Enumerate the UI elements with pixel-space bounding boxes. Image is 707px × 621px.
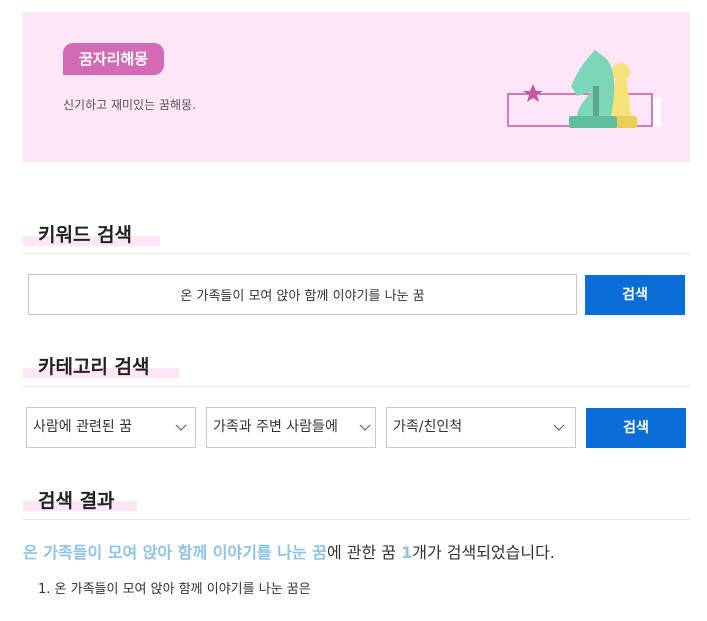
divider bbox=[23, 386, 690, 387]
results-count: 1 bbox=[401, 543, 413, 562]
category-select-1-value: 사람에 관련된 꿈 bbox=[33, 419, 133, 435]
category-search-title: 카테고리 검색 bbox=[38, 356, 150, 378]
banner-badge: 꿈자리해몽 bbox=[63, 43, 165, 75]
keyword-search-title: 키워드 검색 bbox=[38, 224, 133, 246]
chevron-down-icon bbox=[553, 424, 565, 431]
results-summary-end: 개가 검색되었습니다. bbox=[412, 543, 555, 562]
divider bbox=[23, 253, 690, 254]
category-select-2[interactable]: 가족과 주변 사람들에 bbox=[206, 407, 376, 448]
divider bbox=[23, 519, 690, 520]
category-select-2-value: 가족과 주변 사람들에 bbox=[213, 419, 338, 435]
results-summary-middle: 에 관한 꿈 bbox=[326, 543, 402, 562]
category-select-3[interactable]: 가족/친인척 bbox=[386, 407, 576, 448]
results-query-highlight: 온 가족들이 모여 앉아 함께 이야기를 나눈 꿈 bbox=[23, 543, 327, 562]
chevron-down-icon bbox=[359, 424, 371, 431]
chess-knight-pawn-icon bbox=[507, 50, 661, 128]
banner-subtitle: 신기하고 재미있는 꿈해몽. bbox=[63, 98, 196, 112]
results-title: 검색 결과 bbox=[38, 490, 115, 512]
result-item-link[interactable]: 1. 온 가족들이 모여 앉아 함께 이야기를 나눈 꿈은 bbox=[38, 578, 311, 597]
chevron-down-icon bbox=[175, 424, 187, 431]
keyword-search-button[interactable]: 검색 bbox=[585, 275, 685, 315]
hero-banner: 꿈자리해몽 신기하고 재미있는 꿈해몽. bbox=[23, 12, 690, 162]
category-select-1[interactable]: 사람에 관련된 꿈 bbox=[26, 407, 196, 448]
category-search-button[interactable]: 검색 bbox=[586, 408, 686, 448]
category-select-3-value: 가족/친인척 bbox=[393, 419, 463, 435]
keyword-search-input[interactable] bbox=[28, 274, 577, 315]
results-summary: 온 가족들이 모여 앉아 함께 이야기를 나눈 꿈에 관한 꿈 1개가 검색되었… bbox=[23, 539, 555, 563]
